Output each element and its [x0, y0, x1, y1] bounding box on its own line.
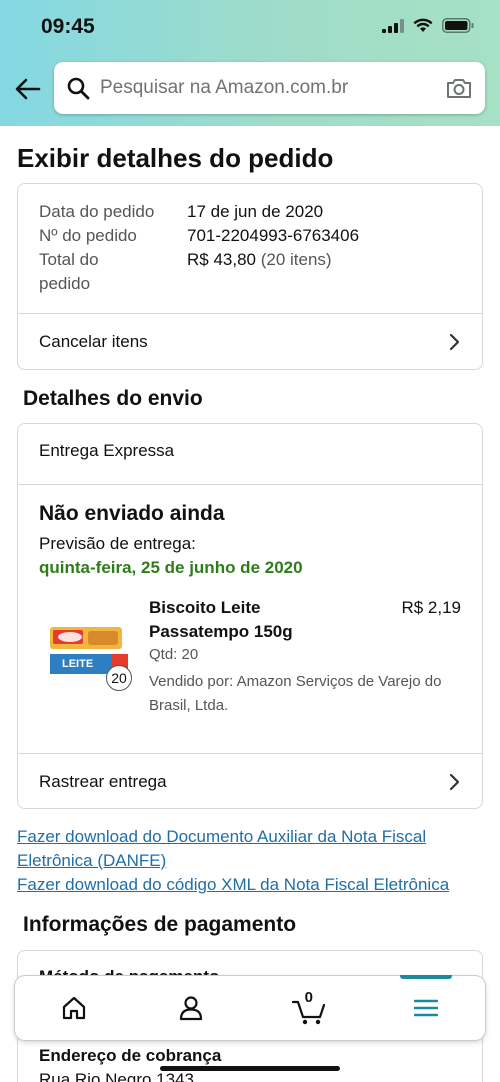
user-icon [180, 996, 203, 1021]
order-summary-card: Data do pedido 17 de jun de 2020 Nº do p… [17, 183, 483, 370]
search-input[interactable] [100, 77, 445, 99]
shipping-method: Entrega Expressa [39, 441, 175, 460]
track-delivery-label: Rastrear entrega [39, 772, 167, 791]
signal-icon [382, 18, 404, 33]
track-delivery-button[interactable]: Rastrear entrega [18, 754, 482, 810]
download-danfe-link[interactable]: Fazer download do Documento Auxiliar da … [17, 825, 487, 873]
nav-cart[interactable]: 0 [279, 978, 339, 1038]
nav-account[interactable] [161, 978, 221, 1038]
status-icons [382, 18, 474, 33]
divider [18, 484, 482, 485]
product-price: R$ 2,19 [401, 598, 461, 617]
back-arrow-icon [15, 78, 41, 100]
order-total-value: R$ 43,80 (20 itens) [187, 248, 332, 272]
nav-menu[interactable] [396, 975, 456, 1038]
delivery-forecast-date: quinta-feira, 25 de junho de 2020 [39, 558, 303, 577]
home-icon [62, 996, 85, 1020]
product-seller: Vendido por: Amazon Serviços de Varejo d… [149, 673, 442, 714]
nav-home[interactable] [44, 978, 104, 1038]
shipping-section-title: Detalhes do envio [23, 387, 203, 410]
shipment-status: Não enviado ainda [39, 502, 225, 525]
wifi-icon [413, 18, 433, 32]
chevron-right-icon [449, 333, 460, 351]
product-image-text: LEITE [62, 658, 94, 670]
nav-active-indicator [400, 975, 453, 979]
order-number-label: Nº do pedido [39, 226, 137, 245]
order-date-label: Data do pedido [39, 202, 155, 221]
home-indicator [160, 1066, 340, 1071]
app-header: 09:45 [0, 0, 500, 126]
delivery-forecast-label: Previsão de entrega: [39, 534, 196, 553]
order-total-amount: R$ 43,80 [187, 250, 256, 269]
status-time: 09:45 [41, 15, 95, 38]
battery-icon [442, 18, 474, 33]
quantity-badge: 20 [106, 665, 132, 691]
search-bar[interactable] [54, 62, 485, 114]
page-title: Exibir detalhes do pedido [17, 143, 334, 173]
payment-section-title: Informações de pagamento [23, 913, 297, 936]
chevron-right-icon [449, 773, 460, 791]
cancel-items-button[interactable]: Cancelar itens [18, 314, 482, 370]
menu-icon [414, 999, 439, 1017]
search-icon [67, 77, 90, 100]
back-button[interactable] [12, 73, 44, 105]
shipping-card: Entrega Expressa Não enviado ainda Previ… [17, 423, 483, 809]
camera-icon[interactable] [445, 76, 473, 100]
product-quantity: Qtd: 20 [149, 646, 199, 663]
cart-count: 0 [304, 989, 313, 1006]
order-total-items: (20 itens) [260, 250, 332, 269]
product-name[interactable]: Biscoito Leite Passatempo 150g [149, 596, 349, 644]
cancel-items-label: Cancelar itens [39, 332, 148, 351]
order-number-value: 701-2204993-6763406 [187, 226, 360, 245]
billing-address-value: Rua Rio Negro 1343 [39, 1070, 194, 1082]
bottom-navigation: 0 [15, 975, 485, 1040]
order-date-value: 17 de jun de 2020 [187, 202, 324, 221]
order-total-label: Total do pedido [39, 250, 99, 293]
download-xml-link[interactable]: Fazer download do código XML da Nota Fis… [17, 873, 487, 897]
billing-address-label: Endereço de cobrança [39, 1046, 222, 1065]
